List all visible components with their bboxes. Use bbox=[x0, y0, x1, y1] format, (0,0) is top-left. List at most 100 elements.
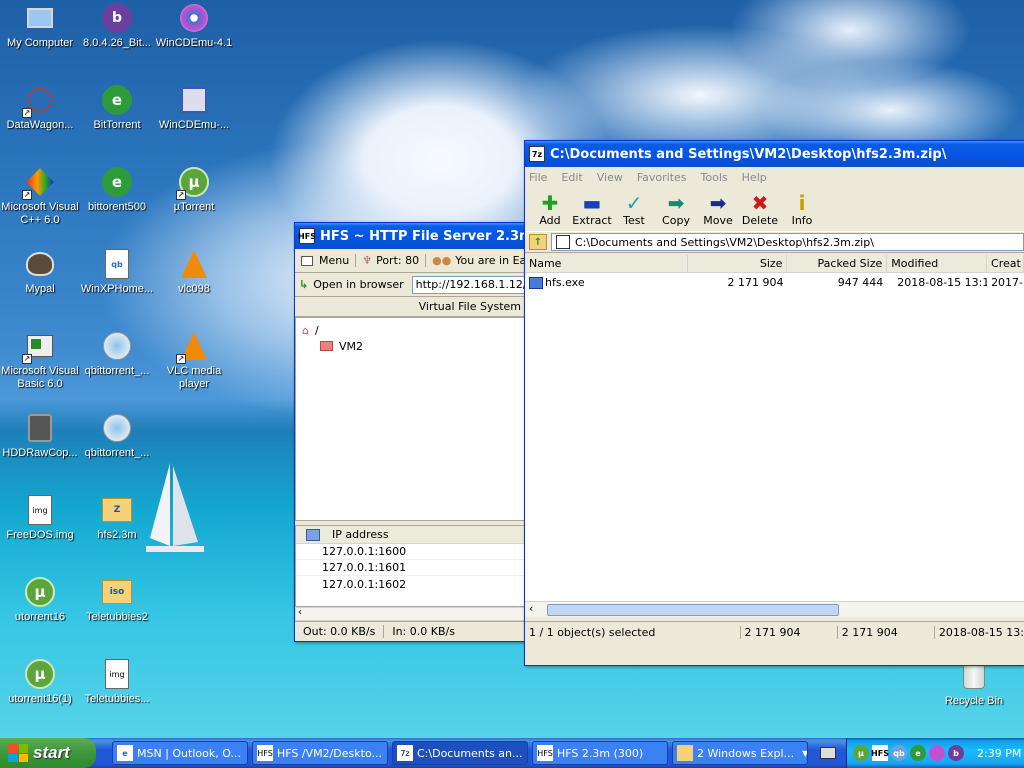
desktop-icon-bittorrent[interactable]: e BitTorrent bbox=[77, 84, 157, 132]
desktop-icon-my-computer[interactable]: My Computer bbox=[0, 2, 80, 50]
toolbar-add-button[interactable]: ✚ Add bbox=[529, 189, 571, 229]
file-modified: 2018-08-15 13:14 bbox=[897, 276, 988, 289]
desktop-icon-freedos[interactable]: img FreeDOS.img bbox=[0, 494, 80, 542]
hfs-menu-button[interactable]: Menu bbox=[295, 254, 357, 267]
menu-help[interactable]: Help bbox=[742, 171, 767, 184]
desktop-icon-bittorent500[interactable]: e bittorent500 bbox=[77, 166, 157, 214]
system-tray: µ HFS qb e b 2:39 PM bbox=[846, 738, 1024, 768]
menu-favorites[interactable]: Favorites bbox=[637, 171, 687, 184]
chevron-down-icon: ▼ bbox=[802, 748, 808, 758]
desktop-icon-utorrent[interactable]: µ ↗ µTorrent bbox=[154, 166, 234, 214]
taskbar-button-msn[interactable]: e MSN | Outlook, O... bbox=[112, 741, 248, 765]
desktop-icon-label: µTorrent bbox=[173, 201, 215, 213]
taskbar-button-label: C:\Documents an... bbox=[417, 746, 523, 760]
desktop-icon-teletubbies[interactable]: img Teletubbies... bbox=[77, 658, 157, 706]
column-created[interactable]: Creat bbox=[987, 255, 1024, 272]
hfs-horizontal-scrollbar[interactable]: ‹ bbox=[295, 607, 529, 621]
toolbar-button-label: Delete bbox=[741, 214, 779, 227]
menu-file[interactable]: File bbox=[529, 171, 547, 184]
taskbar-button-hfs[interactable]: HFS HFS 2.3m (300) bbox=[532, 741, 668, 765]
hfs-window[interactable]: HFS HFS ~ HTTP File Server 2.3m Menu ♆ P… bbox=[294, 222, 533, 642]
7zip-title-bar[interactable]: 7z C:\Documents and Settings\VM2\Desktop… bbox=[525, 141, 1024, 167]
scroll-thumb[interactable] bbox=[547, 604, 839, 616]
test-icon: ✓ bbox=[625, 191, 643, 215]
column-modified[interactable]: Modified bbox=[887, 255, 988, 272]
up-folder-icon[interactable]: ↑ bbox=[529, 234, 547, 250]
connection-row[interactable]: 127.0.0.1:1602 bbox=[296, 576, 528, 592]
desktop-icon-label: FreeDOS.img bbox=[6, 529, 74, 541]
clock[interactable]: 2:39 PM bbox=[977, 747, 1021, 760]
file-row[interactable]: hfs.exe 2 171 904 947 444 2018-08-15 13:… bbox=[525, 273, 1024, 292]
toolbar-delete-button[interactable]: ✖ Delete bbox=[739, 189, 781, 229]
toolbar-copy-button[interactable]: ➡ Copy bbox=[655, 189, 697, 229]
desktop-icon-hddrawcopy[interactable]: HDDRawCop... bbox=[0, 412, 80, 460]
scroll-left-arrow-icon[interactable]: ‹ bbox=[298, 607, 302, 618]
toolbar-move-button[interactable]: ➡ Move bbox=[697, 189, 739, 229]
taskbar-button-7zip[interactable]: 7z C:\Documents an... bbox=[392, 741, 528, 765]
toolbar-test-button[interactable]: ✓ Test bbox=[613, 189, 655, 229]
status-packed: 2 171 904 bbox=[838, 626, 935, 639]
menu-tools[interactable]: Tools bbox=[701, 171, 728, 184]
desktop-icon-vlc-media-player[interactable]: ↗ VLC media player bbox=[154, 330, 234, 391]
desktop-icon-bittorrent-installer[interactable]: b 8.0.4.26_Bit... bbox=[77, 2, 157, 50]
column-packed-size[interactable]: Packed Size bbox=[787, 255, 888, 272]
desktop-icon-visual-cpp[interactable]: ↗ Microsoft Visual C++ 6.0 bbox=[0, 166, 80, 227]
bittorrent-classic-tray-icon[interactable]: b bbox=[948, 745, 964, 761]
connections-header: IP address bbox=[296, 526, 528, 544]
desktop-icon-recycle-bin[interactable]: Recycle Bin bbox=[934, 660, 1014, 708]
7zip-icon: 7z bbox=[397, 745, 413, 761]
keyboard-icon[interactable] bbox=[820, 747, 836, 759]
vlc-icon bbox=[178, 248, 210, 280]
desktop-icon-wincdemu[interactable]: WinCDEmu-4.1 bbox=[154, 2, 234, 50]
folder-icon bbox=[677, 745, 693, 761]
tree-root[interactable]: ⌂ / bbox=[302, 322, 522, 338]
taskbar-button-explorer[interactable]: 2 Windows Expl... ▼ bbox=[672, 741, 808, 765]
utorrent-tray-icon[interactable]: µ bbox=[853, 745, 869, 761]
7zip-horizontal-scrollbar[interactable]: ‹ bbox=[525, 601, 1024, 617]
desktop-icon-label: qbittorrent_... bbox=[84, 365, 150, 377]
visual-cpp-icon: ↗ bbox=[22, 166, 56, 200]
column-name[interactable]: Name bbox=[525, 255, 688, 272]
qbittorrent-tray-icon[interactable]: qb bbox=[891, 745, 907, 761]
toolbar-extract-button[interactable]: ▬ Extract bbox=[571, 189, 613, 229]
hfs-title-bar[interactable]: HFS HFS ~ HTTP File Server 2.3m bbox=[295, 223, 533, 249]
menu-view[interactable]: View bbox=[597, 171, 623, 184]
start-button[interactable]: start bbox=[0, 738, 96, 768]
connection-row[interactable]: 127.0.0.1:1600 bbox=[296, 544, 528, 560]
desktop-icon-visual-basic[interactable]: ↗ Microsoft Visual Basic 6.0 bbox=[0, 330, 80, 391]
desktop-icon-label: WinCDEmu-4.1 bbox=[155, 37, 233, 49]
qbittorrent-installer-icon bbox=[101, 330, 133, 362]
desktop-icon-qbittorrent-1[interactable]: qbittorrent_... bbox=[77, 330, 157, 378]
7zip-window[interactable]: 7z C:\Documents and Settings\VM2\Desktop… bbox=[524, 140, 1024, 666]
hfs-port-button[interactable]: ♆ Port: 80 bbox=[356, 254, 427, 267]
desktop-icon-utorrent16-1[interactable]: µ utorrent16(1) bbox=[0, 658, 80, 706]
taskbar-button-label: MSN | Outlook, O... bbox=[137, 746, 241, 760]
desktop-icon-vlc098[interactable]: vlc098 bbox=[154, 248, 234, 296]
wincdemu-tray-icon[interactable] bbox=[929, 745, 945, 761]
hfs-mode-button[interactable]: ●● You are in Ea bbox=[426, 254, 529, 267]
zip-folder-icon: Z bbox=[101, 494, 133, 526]
desktop-icon-winxphome[interactable]: qb WinXPHome... bbox=[77, 248, 157, 296]
desktop-icon-datawagon[interactable]: ↗ DataWagon... bbox=[0, 84, 80, 132]
connection-row[interactable]: 127.0.0.1:1601 bbox=[296, 560, 528, 576]
desktop-icon-qbittorrent-2[interactable]: qbittorrent_... bbox=[77, 412, 157, 460]
scroll-left-arrow-icon[interactable]: ‹ bbox=[529, 602, 533, 615]
hfs-tray-icon[interactable]: HFS bbox=[871, 745, 889, 761]
desktop-icon-label: utorrent16 bbox=[14, 611, 66, 623]
tree-folder-vm2[interactable]: VM2 bbox=[302, 338, 522, 354]
7zip-path-field[interactable]: C:\Documents and Settings\VM2\Desktop\hf… bbox=[551, 233, 1024, 251]
toolbar-info-button[interactable]: i Info bbox=[781, 189, 823, 229]
column-size[interactable]: Size bbox=[688, 255, 788, 272]
open-in-browser-button[interactable]: ↳ Open in browser bbox=[299, 278, 404, 291]
taskbar-button-hfs-browser[interactable]: HFS HFS /VM2/Deskto... bbox=[252, 741, 388, 765]
hfs-url-field[interactable]: http://192.168.1.12/ bbox=[411, 275, 529, 294]
bittorrent-tray-icon[interactable]: e bbox=[910, 745, 926, 761]
vfs-tree[interactable]: ⌂ / VM2 bbox=[295, 317, 529, 521]
desktop-icon-wincdemu-installer[interactable]: WinCDEmu-... bbox=[154, 84, 234, 132]
desktop-icon-utorrent16[interactable]: µ utorrent16 bbox=[0, 576, 80, 624]
toolbar-button-label: Copy bbox=[662, 214, 690, 227]
desktop-icon-mypal[interactable]: Mypal bbox=[0, 248, 80, 296]
move-icon: ➡ bbox=[709, 191, 727, 215]
menu-edit[interactable]: Edit bbox=[561, 171, 582, 184]
desktop-icon-teletubbies2[interactable]: iso Teletubbies2 bbox=[77, 576, 157, 624]
